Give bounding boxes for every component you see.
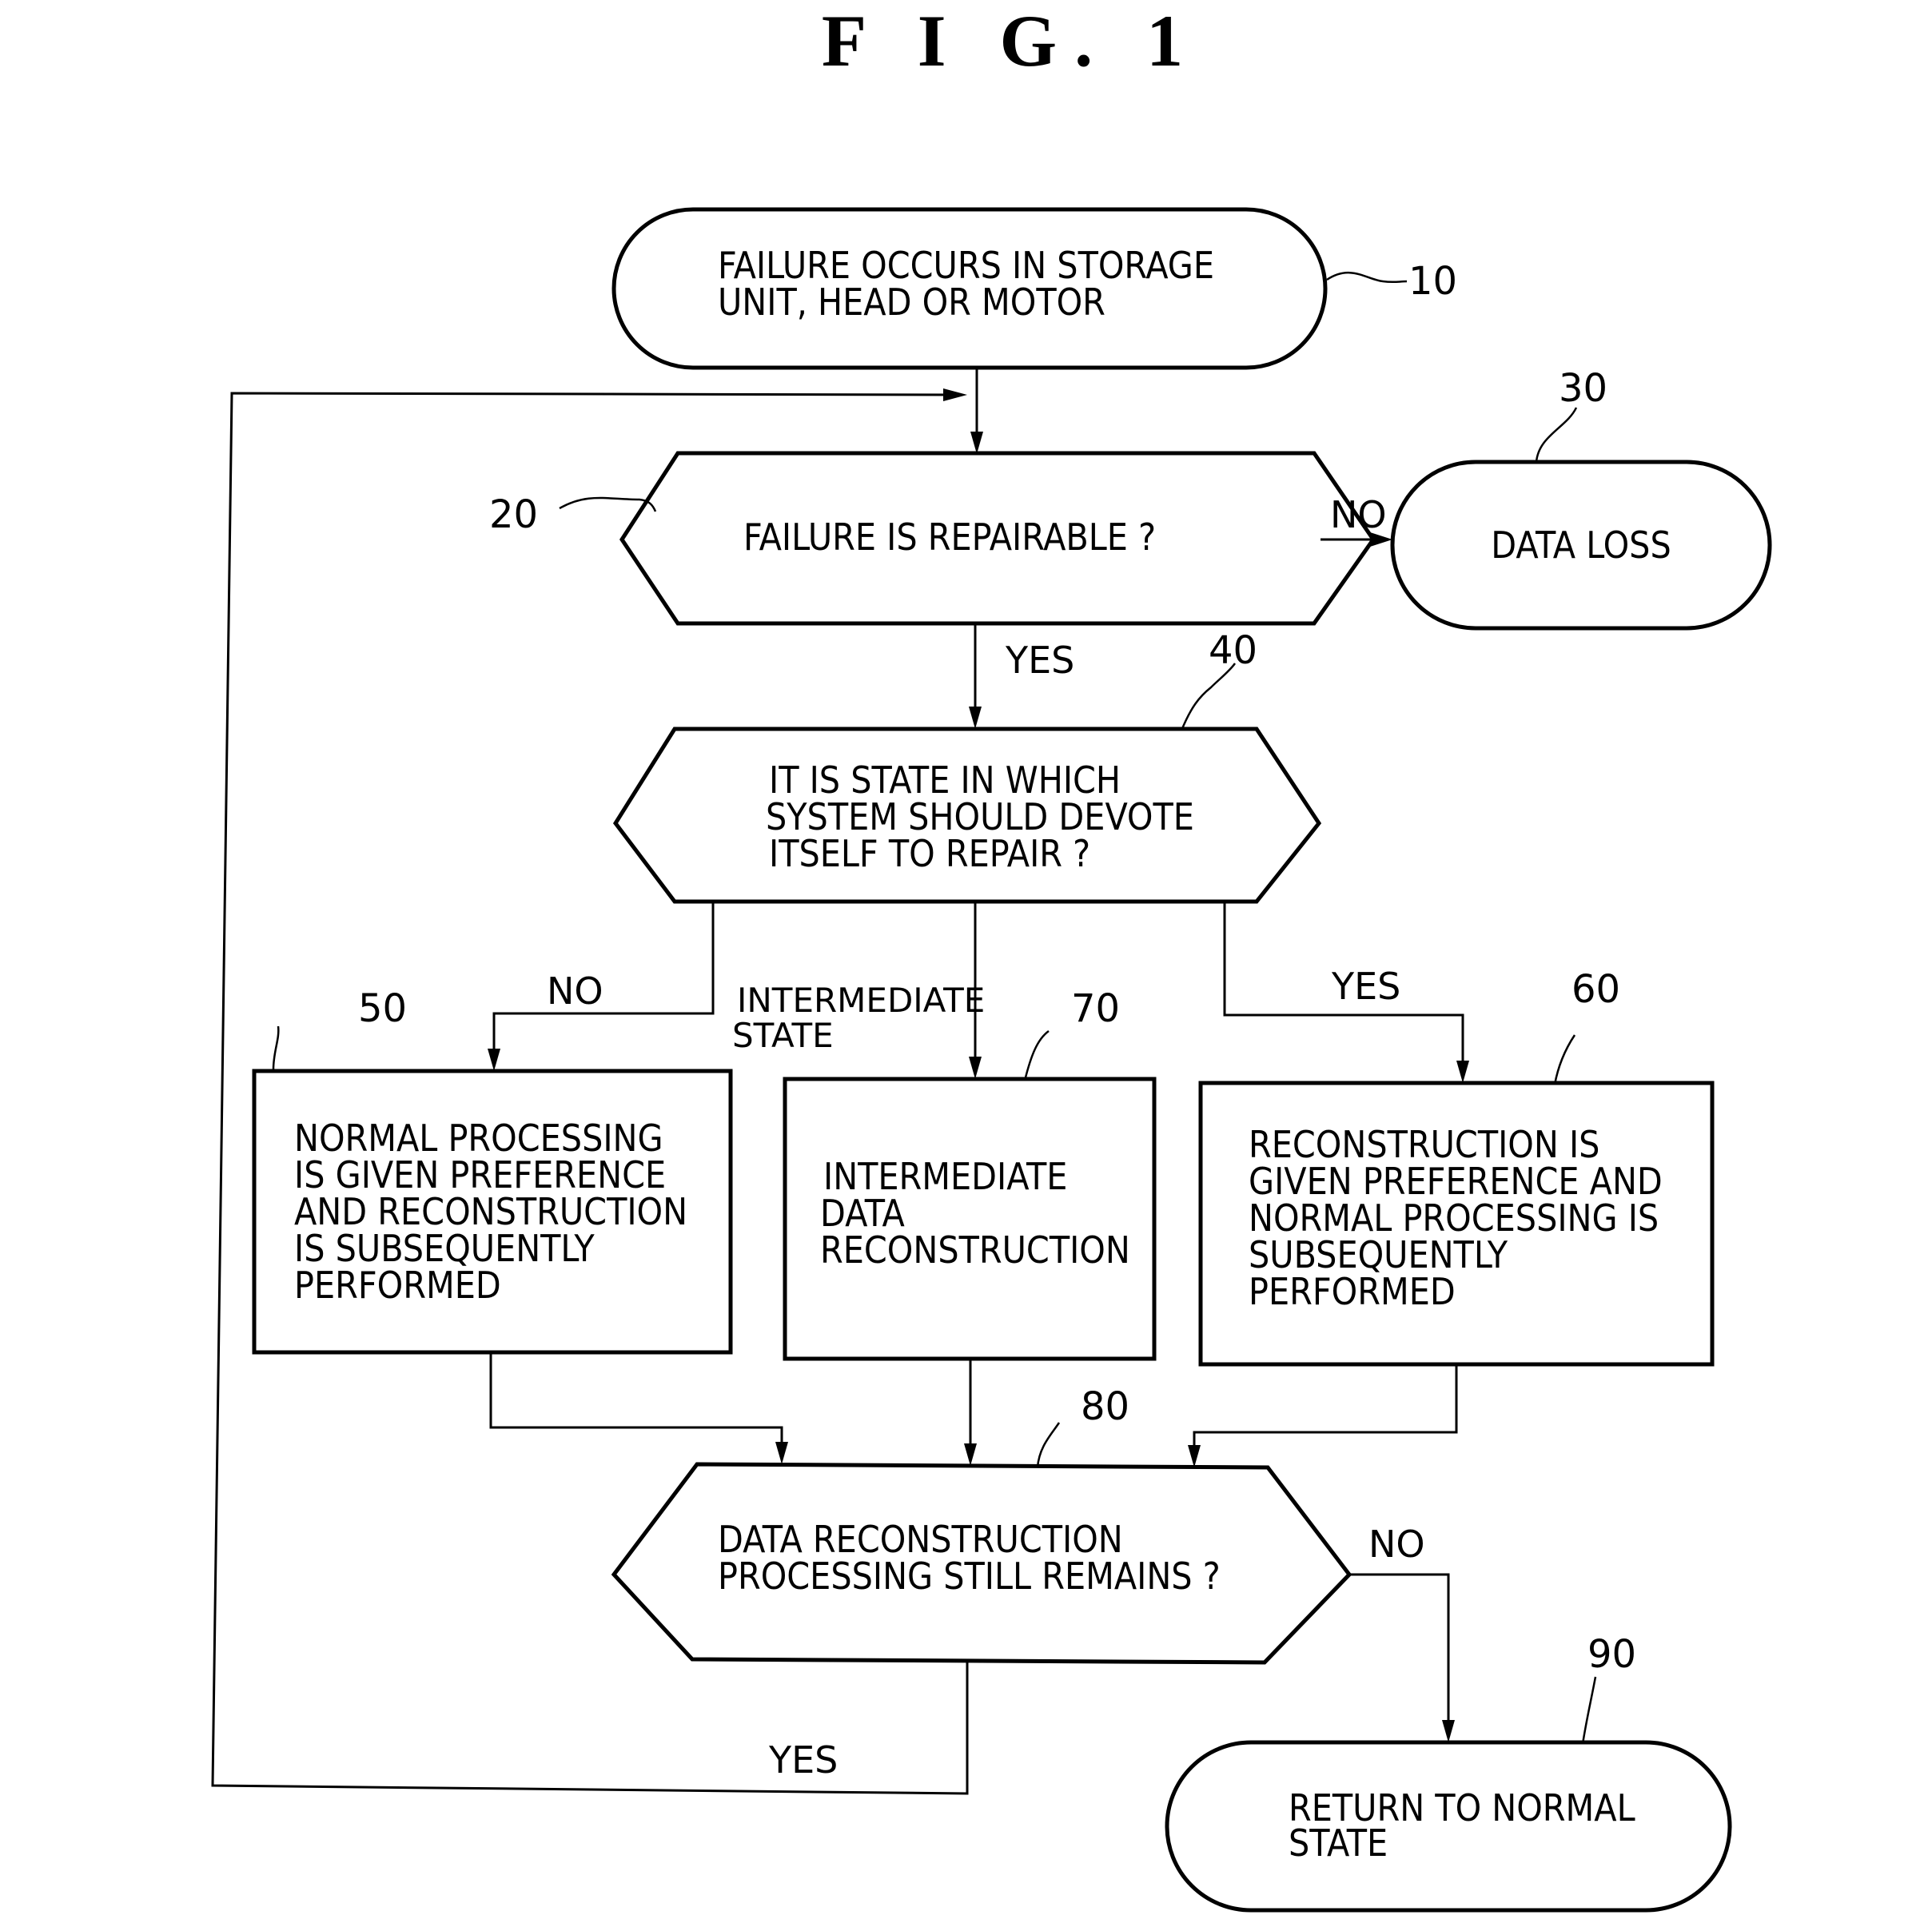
leader-line [1023, 1029, 1050, 1081]
connector-line [492, 902, 715, 1055]
leader-line [1535, 407, 1578, 463]
node-30-data-loss: DATA LOSS 30 [1390, 366, 1772, 631]
edge-label-yes: YES [768, 1738, 838, 1782]
leader-line [1553, 1034, 1576, 1085]
node-80-line-2: PROCESSING STILL REMAINS ? [718, 1555, 1221, 1598]
edge-40-to-70: INTERMEDIATE STATE [732, 902, 985, 1079]
leader-line [1581, 1676, 1597, 1745]
edge-20-to-40: YES [969, 623, 1074, 729]
node-50-normal-processing-first: NORMAL PROCESSING IS GIVEN PREFERENCE AN… [252, 986, 733, 1355]
arrowhead [969, 1057, 982, 1079]
figure-title: F I G. 1 [822, 0, 1201, 82]
arrowhead [1456, 1061, 1469, 1083]
arrowhead [488, 1049, 500, 1071]
node-70-line-3: RECONSTRUCTION [820, 1228, 1130, 1272]
node-90-line-2: STATE [1289, 1821, 1388, 1865]
node-20-line-1: FAILURE IS REPAIRABLE ? [743, 516, 1156, 559]
leader-line [272, 1025, 280, 1070]
ref-number-50: 50 [358, 986, 407, 1031]
node-30-line-1: DATA LOSS [1491, 524, 1671, 567]
node-80-reconstruction-remains: DATA RECONSTRUCTION PROCESSING STILL REM… [611, 1384, 1352, 1665]
ref-number-90: 90 [1587, 1632, 1636, 1677]
node-40-devote-to-repair: IT IS STATE IN WHICH SYSTEM SHOULD DEVOT… [612, 628, 1322, 904]
flowchart: F I G. 1 FAILURE OCCURS IN STORAGE UNIT,… [211, 0, 1772, 1913]
arrowhead [775, 1442, 788, 1464]
connector-line [1349, 1573, 1450, 1726]
ref-number-40: 40 [1209, 628, 1257, 673]
edge-label-no: NO [1368, 1523, 1425, 1566]
edge-70-to-80 [964, 1359, 977, 1466]
edge-20-to-30: NO [1321, 493, 1392, 547]
leader-line [1036, 1422, 1061, 1468]
ref-number-30: 30 [1559, 366, 1607, 411]
node-20-failure-repairable: FAILURE IS REPAIRABLE ? 20 [489, 451, 1376, 626]
arrowhead [964, 1443, 977, 1466]
arrowhead [943, 388, 967, 401]
leader-line [1326, 271, 1408, 284]
edge-10-to-20 [970, 368, 983, 454]
node-10-line-2: UNIT, HEAD OR MOTOR [718, 281, 1105, 324]
edge-label-intermediate-2: STATE [732, 1016, 834, 1055]
arrowhead [1442, 1720, 1455, 1742]
node-40-line-3: ITSELF TO REPAIR ? [769, 832, 1090, 875]
connector-line [1193, 1364, 1458, 1451]
leader-line [1180, 663, 1237, 731]
ref-number-70: 70 [1071, 986, 1120, 1031]
connector-line [489, 1352, 783, 1448]
edge-label-no: NO [1330, 493, 1387, 536]
ref-number-60: 60 [1571, 967, 1620, 1012]
arrowhead [969, 707, 982, 729]
edge-40-to-50: NO [488, 902, 715, 1071]
ref-number-10: 10 [1408, 259, 1457, 304]
ref-number-80: 80 [1081, 1384, 1129, 1429]
edge-label-yes: YES [1331, 965, 1400, 1008]
arrowhead [1188, 1445, 1201, 1467]
edge-80-to-90: NO [1349, 1523, 1455, 1742]
edge-40-to-60: YES [1223, 902, 1469, 1083]
node-10-failure-occurs: FAILURE OCCURS IN STORAGE UNIT, HEAD OR … [611, 207, 1457, 370]
node-50-line-5: PERFORMED [294, 1264, 501, 1307]
ref-number-20: 20 [489, 492, 538, 537]
arrowhead [970, 432, 983, 454]
edge-50-to-80 [489, 1352, 788, 1464]
node-60-line-5: PERFORMED [1249, 1270, 1456, 1313]
edge-label-intermediate-1: INTERMEDIATE [737, 981, 985, 1020]
node-60-reconstruction-first: RECONSTRUCTION IS GIVEN PREFERENCE AND N… [1198, 967, 1715, 1367]
edge-label-yes: YES [1005, 639, 1074, 682]
edge-label-no: NO [547, 969, 604, 1013]
node-70-intermediate-reconstruction: INTERMEDIATE DATA RECONSTRUCTION 70 [783, 986, 1157, 1361]
edge-60-to-80 [1188, 1364, 1458, 1467]
